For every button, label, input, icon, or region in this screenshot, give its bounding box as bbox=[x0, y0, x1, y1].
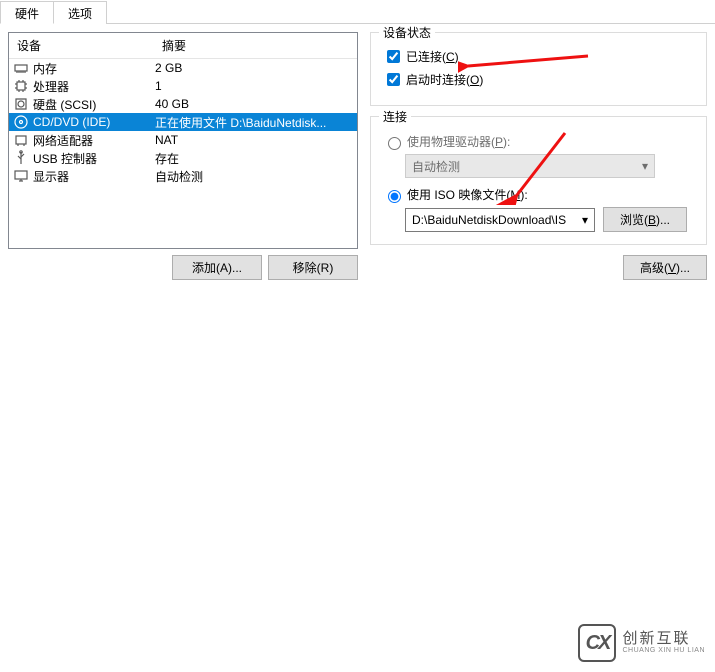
add-button[interactable]: 添加(A)... bbox=[172, 255, 262, 280]
device-name: USB 控制器 bbox=[33, 150, 155, 167]
device-status-title: 设备状态 bbox=[379, 24, 435, 41]
connected-checkbox[interactable] bbox=[387, 50, 400, 63]
physical-drive-value: 自动检测 bbox=[412, 158, 460, 175]
browse-button[interactable]: 浏览(B)... bbox=[603, 207, 687, 232]
table-row[interactable]: 内存 2 GB bbox=[9, 59, 357, 77]
physical-drive-combo: 自动检测 ▾ bbox=[405, 154, 655, 178]
connection-title: 连接 bbox=[379, 108, 411, 125]
connection-group: 连接 使用物理驱动器(P): 自动检测 ▾ 使用 ISO 映像文件(M): D:… bbox=[370, 116, 707, 245]
remove-button[interactable]: 移除(R) bbox=[268, 255, 358, 280]
logo-text: 创新互联 CHUANG XIN HU LIAN bbox=[622, 631, 705, 655]
device-list[interactable]: 设备 摘要 内存 2 GB 处理器 1 bbox=[8, 32, 358, 249]
connect-at-poweron-checkbox[interactable] bbox=[387, 73, 400, 86]
device-name: 硬盘 (SCSI) bbox=[33, 96, 155, 113]
chevron-down-icon: ▾ bbox=[582, 213, 588, 227]
list-header: 设备 摘要 bbox=[9, 33, 357, 59]
left-panel: 设备 摘要 内存 2 GB 处理器 1 bbox=[8, 32, 358, 280]
advanced-row: 高级(V)... bbox=[370, 255, 707, 280]
logo-icon: CX bbox=[578, 624, 616, 662]
table-row[interactable]: 网络适配器 NAT bbox=[9, 131, 357, 149]
device-name: 处理器 bbox=[33, 78, 155, 95]
device-status-group: 设备状态 已连接(C) 启动时连接(O) bbox=[370, 32, 707, 106]
table-row[interactable]: USB 控制器 存在 bbox=[9, 149, 357, 167]
use-physical-radio[interactable] bbox=[388, 137, 401, 150]
col-device[interactable]: 设备 bbox=[9, 33, 154, 58]
use-physical-radio-row[interactable]: 使用物理驱动器(P): bbox=[383, 133, 694, 150]
device-summary: 正在使用文件 D:\BaiduNetdisk... bbox=[155, 114, 353, 131]
device-summary: 自动检测 bbox=[155, 168, 353, 185]
device-name: 显示器 bbox=[33, 168, 155, 185]
connected-checkbox-row[interactable]: 已连接(C) bbox=[383, 47, 694, 66]
connect-at-poweron-row[interactable]: 启动时连接(O) bbox=[383, 70, 694, 89]
memory-icon bbox=[13, 60, 29, 76]
list-buttons: 添加(A)... 移除(R) bbox=[8, 255, 358, 280]
tab-bar: 硬件 选项 bbox=[0, 0, 715, 24]
right-panel: 设备状态 已连接(C) 启动时连接(O) 连接 使用物理驱动器(P): 自动检测… bbox=[366, 32, 707, 280]
device-name: 内存 bbox=[33, 60, 155, 77]
device-name: CD/DVD (IDE) bbox=[33, 115, 155, 129]
connect-at-poweron-label: 启动时连接(O) bbox=[406, 71, 483, 88]
use-iso-radio-row[interactable]: 使用 ISO 映像文件(M): bbox=[383, 186, 694, 203]
iso-path-combo[interactable]: D:\BaiduNetdiskDownload\IS ▾ bbox=[405, 208, 595, 232]
dialog-content: 设备 摘要 内存 2 GB 处理器 1 bbox=[0, 24, 715, 288]
chevron-down-icon: ▾ bbox=[642, 159, 648, 173]
col-summary[interactable]: 摘要 bbox=[154, 33, 357, 58]
device-summary: 2 GB bbox=[155, 61, 353, 75]
table-row[interactable]: CD/DVD (IDE) 正在使用文件 D:\BaiduNetdisk... bbox=[9, 113, 357, 131]
tab-options[interactable]: 选项 bbox=[53, 1, 107, 24]
iso-path-value: D:\BaiduNetdiskDownload\IS bbox=[412, 213, 566, 227]
table-row[interactable]: 显示器 自动检测 bbox=[9, 167, 357, 185]
cpu-icon bbox=[13, 78, 29, 94]
watermark-logo: CX 创新互联 CHUANG XIN HU LIAN bbox=[578, 624, 705, 662]
cdrom-icon bbox=[13, 114, 29, 130]
display-icon bbox=[13, 168, 29, 184]
connected-label: 已连接(C) bbox=[406, 48, 459, 65]
usb-icon bbox=[13, 150, 29, 166]
device-name: 网络适配器 bbox=[33, 132, 155, 149]
use-iso-label: 使用 ISO 映像文件(M): bbox=[407, 186, 528, 203]
iso-file-row: D:\BaiduNetdiskDownload\IS ▾ 浏览(B)... bbox=[405, 207, 694, 232]
use-iso-radio[interactable] bbox=[388, 190, 401, 203]
tab-hardware[interactable]: 硬件 bbox=[0, 1, 54, 24]
device-summary: NAT bbox=[155, 133, 353, 147]
advanced-button[interactable]: 高级(V)... bbox=[623, 255, 707, 280]
use-physical-label: 使用物理驱动器(P): bbox=[407, 133, 510, 150]
table-row[interactable]: 处理器 1 bbox=[9, 77, 357, 95]
disk-icon bbox=[13, 96, 29, 112]
device-summary: 40 GB bbox=[155, 97, 353, 111]
device-summary: 存在 bbox=[155, 150, 353, 167]
device-summary: 1 bbox=[155, 79, 353, 93]
network-icon bbox=[13, 132, 29, 148]
table-row[interactable]: 硬盘 (SCSI) 40 GB bbox=[9, 95, 357, 113]
